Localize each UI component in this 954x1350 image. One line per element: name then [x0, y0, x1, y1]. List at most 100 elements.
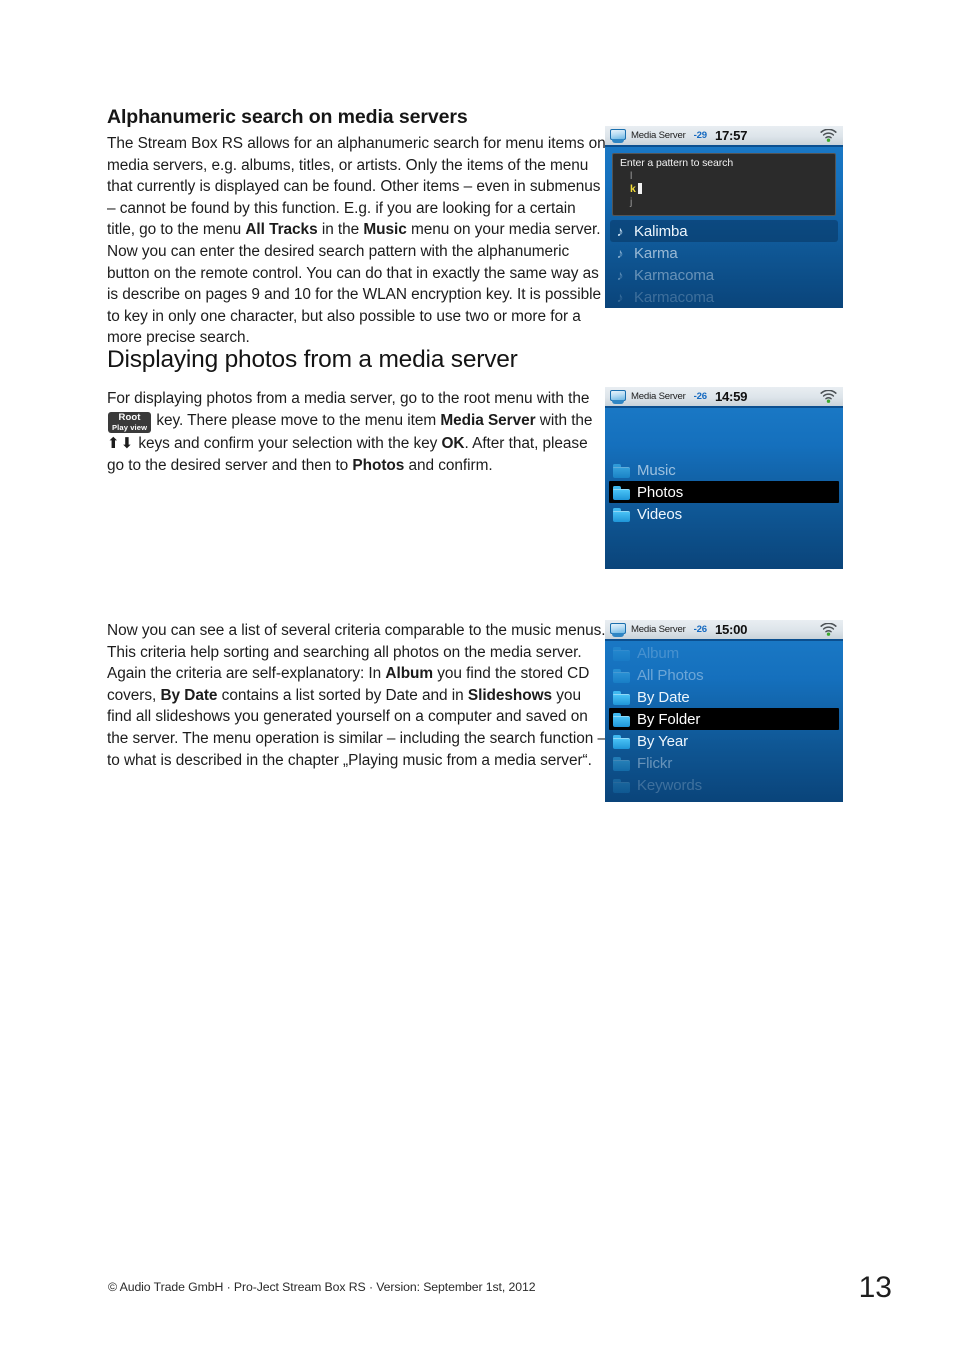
source-label: Media Server	[631, 624, 686, 635]
list-item-label: By Date	[637, 688, 690, 706]
screen-body: Music Photos Videos	[605, 408, 843, 569]
clock: 14:59	[714, 389, 748, 404]
search-dialog: Enter a pattern to search l k j	[612, 153, 836, 216]
folder-icon	[613, 668, 630, 683]
status-bar: Media Server -26 15:00	[605, 620, 843, 641]
s3-bold-by-date: By Date	[160, 686, 218, 704]
list-item-label: Photos	[637, 483, 684, 501]
list-item-label: All Photos	[637, 666, 704, 684]
keycap-line-2: Play view	[112, 422, 148, 432]
list-item[interactable]: Photos	[609, 481, 839, 503]
s2-text-4: keys and confirm your selection with the…	[134, 435, 442, 453]
signal-strength: -29	[693, 130, 707, 141]
root-menu-list: Music Photos Videos	[605, 459, 843, 525]
s3-text-3: contains a list sorted by Date and in	[217, 686, 468, 704]
s3-bold-album: Album	[385, 665, 434, 683]
folder-icon	[613, 756, 630, 771]
photo-criteria-list: Album All Photos By Date By Folder By Ye…	[605, 642, 843, 796]
folder-icon	[613, 734, 630, 749]
folder-icon	[613, 690, 630, 705]
monitor-icon	[610, 389, 626, 404]
s2-text-6: and confirm.	[404, 456, 493, 474]
folder-icon	[613, 485, 630, 500]
music-note-icon: ♪	[616, 267, 624, 283]
folder-icon	[613, 712, 630, 727]
music-note-icon: ♪	[616, 223, 624, 239]
s2-bold-ok: OK	[441, 435, 465, 453]
screen-body: Enter a pattern to search l k j ♪ Kalimb…	[605, 147, 843, 308]
root-play-view-keycap: Root Play view	[108, 412, 152, 434]
keycap-line-1: Root	[118, 412, 141, 424]
list-item[interactable]: By Date	[605, 686, 843, 708]
char-current: k	[630, 183, 660, 196]
section-2-paragraph: For displaying photos from a media serve…	[107, 388, 607, 476]
list-item[interactable]: ♪ Karma	[605, 242, 843, 264]
section-2-heading: Displaying photos from a media server	[107, 346, 518, 373]
device-screenshot-photo-criteria: Media Server -26 15:00 Album All Photos …	[605, 620, 843, 802]
list-item-label: Album	[637, 644, 680, 662]
folder-icon	[613, 507, 630, 522]
s1-text-3: menu on your media server. Now you can e…	[107, 221, 601, 347]
source-label: Media Server	[631, 391, 686, 402]
list-item[interactable]: By Year	[605, 730, 843, 752]
s1-text-2: in the	[317, 221, 364, 239]
list-item-label: Flickr	[637, 754, 673, 772]
folder-icon	[613, 646, 630, 661]
search-results-list: ♪ Kalimba ♪ Karma ♪ Karmacoma ♪ Karmacom…	[605, 220, 843, 308]
list-item[interactable]: By Folder	[609, 708, 839, 730]
s2-text-2: key. There please move to the menu item	[152, 411, 441, 429]
list-item-label: Karmacoma	[634, 266, 714, 284]
section-1-heading: Alphanumeric search on media servers	[107, 106, 468, 128]
clock: 15:00	[714, 622, 748, 637]
folder-icon	[613, 463, 630, 478]
list-item[interactable]: Videos	[605, 503, 843, 525]
s2-text-1: For displaying photos from a media serve…	[107, 390, 590, 407]
page-number: 13	[858, 1271, 892, 1304]
device-screenshot-root-menu: Media Server -26 14:59 Music Photos Vide…	[605, 387, 843, 569]
list-item-label: Karma	[634, 244, 678, 262]
screen-body: Album All Photos By Date By Folder By Ye…	[605, 641, 843, 802]
char-current-value: k	[630, 183, 636, 195]
list-item-label: Videos	[637, 505, 682, 523]
footer-copyright: © Audio Trade GmbH · Pro-Ject Stream Box…	[108, 1280, 536, 1294]
list-item-label: Keywords	[637, 776, 703, 794]
list-item[interactable]: All Photos	[605, 664, 843, 686]
music-note-icon: ♪	[616, 289, 624, 305]
wifi-icon	[820, 622, 837, 636]
wifi-icon	[820, 389, 837, 403]
folder-icon	[613, 778, 630, 793]
s2-bold-media-server: Media Server	[440, 411, 536, 429]
s1-bold-music: Music	[363, 221, 407, 239]
status-bar: Media Server -29 17:57	[605, 126, 843, 147]
list-item[interactable]: ♪ Karmacoma	[605, 264, 843, 286]
section-3-paragraph: Now you can see a list of several criter…	[107, 620, 607, 771]
text-caret	[637, 183, 642, 194]
s2-bold-photos: Photos	[352, 456, 405, 474]
manual-page: Alphanumeric search on media servers The…	[0, 0, 954, 1350]
list-item-label: Karmacoma	[634, 288, 714, 306]
search-dialog-title: Enter a pattern to search	[620, 157, 734, 169]
up-down-arrow-icon: ⬆⬇	[107, 435, 135, 453]
signal-strength: -26	[693, 624, 707, 635]
character-picker[interactable]: l k j	[630, 170, 660, 209]
signal-strength: -26	[693, 391, 707, 402]
section-1-paragraph: The Stream Box RS allows for an alphanum…	[107, 133, 607, 349]
list-item[interactable]: Album	[605, 642, 843, 664]
list-item[interactable]: Flickr	[605, 752, 843, 774]
list-item-label: Kalimba	[634, 222, 688, 240]
list-item[interactable]: ♪ Karmacoma	[605, 286, 843, 308]
char-below: j	[630, 196, 633, 208]
status-bar: Media Server -26 14:59	[605, 387, 843, 408]
list-item-label: By Year	[637, 732, 689, 750]
list-item[interactable]: Keywords	[605, 774, 843, 796]
clock: 17:57	[714, 128, 748, 143]
s1-bold-all-tracks: All Tracks	[245, 221, 318, 239]
list-item-label: By Folder	[637, 710, 701, 728]
char-above: l	[630, 170, 633, 182]
s3-bold-slideshows: Slideshows	[467, 686, 553, 704]
music-note-icon: ♪	[616, 245, 624, 261]
source-label: Media Server	[631, 130, 686, 141]
list-item[interactable]: Music	[605, 459, 843, 481]
s2-text-3: with the	[535, 411, 593, 429]
list-item[interactable]: ♪ Kalimba	[610, 220, 838, 242]
